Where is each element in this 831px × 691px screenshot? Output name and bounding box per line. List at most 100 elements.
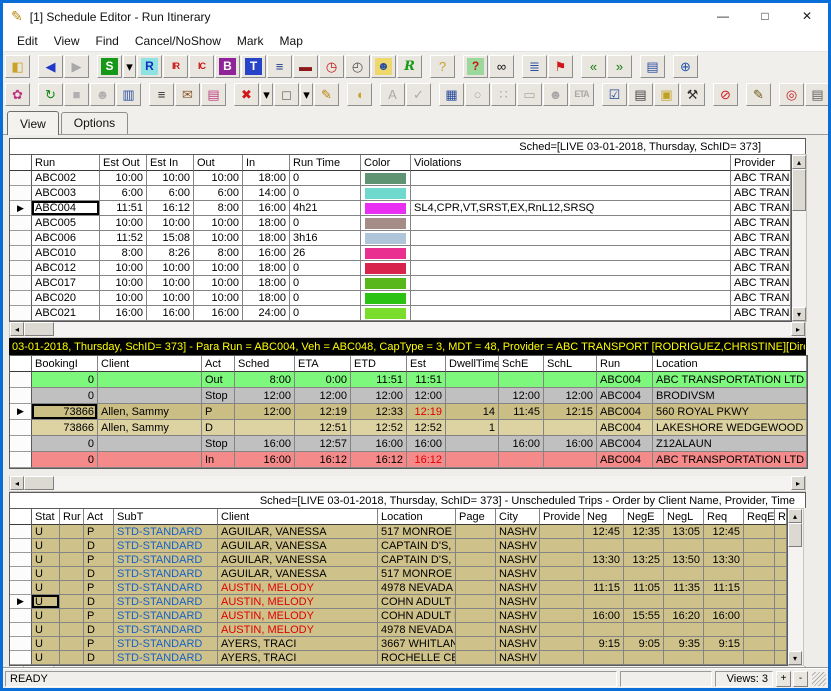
cell-reqE[interactable] — [744, 595, 775, 609]
refresh-button[interactable]: ↻ — [38, 83, 63, 106]
cell-sched[interactable]: 12:00 — [235, 404, 295, 420]
cell-schE[interactable]: 12:00 — [499, 388, 544, 404]
cell-run[interactable]: ABC004 — [597, 372, 653, 388]
cell-subT[interactable]: STD-STANDARD — [114, 567, 218, 581]
cell-page[interactable] — [456, 539, 496, 553]
times-list-button[interactable]: ≡ — [149, 83, 174, 106]
cell-client[interactable]: Allen, Sammy — [98, 420, 202, 436]
cell-req[interactable] — [704, 623, 744, 637]
cell-run_time[interactable]: 0 — [290, 216, 361, 231]
row-selector[interactable] — [10, 291, 32, 306]
cell-re[interactable] — [775, 609, 787, 623]
views-increase-button[interactable]: + — [776, 671, 791, 687]
cell-subT[interactable]: STD-STANDARD — [114, 651, 218, 665]
cell-client[interactable]: AGUILAR, VANESSA — [218, 525, 378, 539]
cell-location[interactable]: COHN ADULT LEAI — [378, 609, 456, 623]
menu-item-cancel-noshow[interactable]: Cancel/NoShow — [127, 32, 229, 50]
cell-eta[interactable]: 12:00 — [295, 388, 351, 404]
cell-est_out[interactable]: 10:00 — [100, 291, 147, 306]
cell-client[interactable]: AUSTIN, MELODY — [218, 623, 378, 637]
cell-run[interactable]: ABC004 — [32, 201, 100, 216]
column-header-provider[interactable]: Provider — [731, 155, 791, 171]
cell-run_time[interactable]: 26 — [290, 246, 361, 261]
cell-location[interactable]: 517 MONROE ST — [378, 525, 456, 539]
row-selector[interactable] — [10, 372, 32, 388]
scroll-thumb[interactable] — [24, 476, 54, 490]
cell-run_time[interactable]: 4h21 — [290, 201, 361, 216]
cell-re[interactable] — [775, 539, 787, 553]
cell-reqE[interactable] — [744, 525, 775, 539]
cell-neg[interactable] — [584, 539, 624, 553]
column-header-req[interactable]: Req — [704, 509, 744, 525]
row-selector[interactable] — [10, 171, 32, 186]
cell-run_time[interactable]: 0 — [290, 306, 361, 321]
cell-act[interactable]: D — [84, 651, 114, 665]
cell-color[interactable] — [361, 186, 411, 201]
booking-button[interactable]: B — [215, 55, 240, 78]
cell-in[interactable]: 18:00 — [243, 171, 290, 186]
cell-schE[interactable] — [499, 420, 544, 436]
cell-negE[interactable]: 13:25 — [624, 553, 664, 567]
cell-run[interactable]: ABC004 — [597, 404, 653, 420]
cell-act[interactable]: P — [202, 404, 235, 420]
cell-in[interactable]: 16:00 — [243, 201, 290, 216]
cell-run[interactable]: ABC005 — [32, 216, 100, 231]
itinerary-horizontal-scrollbar[interactable]: ◂ ▸ — [9, 476, 806, 492]
cell-violations[interactable] — [411, 186, 731, 201]
colors-button[interactable]: ✿ — [5, 83, 30, 106]
column-header-in[interactable]: In — [243, 155, 290, 171]
column-header-stat[interactable]: Stat — [32, 509, 60, 525]
column-header-run[interactable]: Run — [597, 356, 653, 372]
cell-req[interactable] — [704, 567, 744, 581]
cell-color[interactable] — [361, 231, 411, 246]
cell-dwell[interactable] — [446, 388, 499, 404]
cell-eta[interactable]: 16:12 — [295, 452, 351, 468]
scroll-track[interactable] — [54, 476, 791, 491]
cell-client[interactable]: AGUILAR, VANESSA — [218, 553, 378, 567]
cell-provide[interactable] — [540, 609, 584, 623]
row-selector[interactable] — [10, 186, 32, 201]
cell-schL[interactable]: 12:00 — [544, 388, 597, 404]
column-header-negL[interactable]: NegL — [664, 509, 704, 525]
cell-color[interactable] — [361, 291, 411, 306]
cell-run[interactable]: ABC006 — [32, 231, 100, 246]
row-selector[interactable] — [10, 231, 32, 246]
cell-out[interactable]: 6:00 — [194, 186, 243, 201]
current-row-marker[interactable]: ▶ — [10, 404, 32, 420]
monitor-button[interactable]: ▦ — [439, 83, 464, 106]
cell-sched[interactable]: 16:00 — [235, 452, 295, 468]
cancel-times-button[interactable]: ✖ — [234, 83, 259, 106]
cell-client[interactable]: AUSTIN, MELODY — [218, 595, 378, 609]
cell-stat[interactable]: U — [32, 567, 60, 581]
cell-client[interactable]: AGUILAR, VANESSA — [218, 539, 378, 553]
cell-city[interactable]: NASHV — [496, 525, 540, 539]
cell-est[interactable]: 16:00 — [407, 436, 446, 452]
cell-provider[interactable]: ABC TRANS — [731, 201, 791, 216]
cell-location[interactable]: COHN ADULT LEAI — [378, 595, 456, 609]
cell-act[interactable]: D — [84, 623, 114, 637]
mdt-button[interactable]: ▤ — [640, 55, 665, 78]
client-placeholder-button[interactable]: ☻ — [90, 83, 115, 106]
trip-template-button[interactable]: T — [241, 55, 266, 78]
column-header-page[interactable]: Page — [456, 509, 496, 525]
menu-item-view[interactable]: View — [46, 32, 88, 50]
cell-run_time[interactable]: 0 — [290, 186, 361, 201]
cell-stat[interactable]: U — [32, 637, 60, 651]
cell-booking[interactable]: 0 — [32, 436, 98, 452]
cell-sched[interactable] — [235, 420, 295, 436]
menu-item-edit[interactable]: Edit — [9, 32, 46, 50]
cell-negE[interactable]: 11:05 — [624, 581, 664, 595]
cell-schE[interactable] — [499, 452, 544, 468]
cell-negE[interactable]: 9:05 — [624, 637, 664, 651]
runs-vertical-scrollbar[interactable]: ▴ ▾ — [792, 154, 807, 322]
cell-location[interactable]: LAKESHORE WEDGEWOOD — [653, 420, 807, 436]
close-button[interactable]: ✕ — [786, 3, 828, 30]
bus-pull-out-button[interactable]: » — [607, 55, 632, 78]
cell-run[interactable]: ABC010 — [32, 246, 100, 261]
unscheduled-vertical-scrollbar[interactable]: ▴ ▾ — [788, 508, 804, 666]
cell-location[interactable]: 4978 NEVADA AVE — [378, 581, 456, 595]
cell-negL[interactable]: 9:35 — [664, 637, 704, 651]
cell-act[interactable]: P — [84, 581, 114, 595]
web-button[interactable]: ⊕ — [673, 55, 698, 78]
cell-neg[interactable] — [584, 623, 624, 637]
